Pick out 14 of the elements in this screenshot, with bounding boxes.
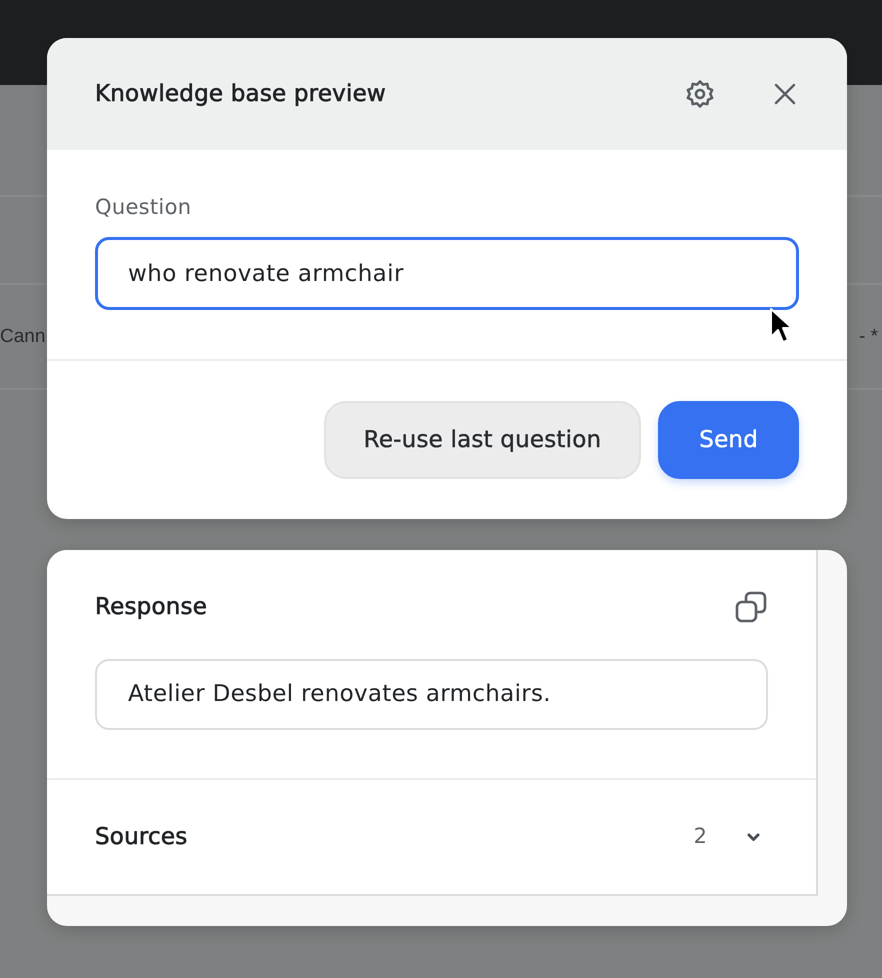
question-label: Question [95,195,192,220]
chevron-down-icon[interactable] [747,832,760,842]
send-button[interactable]: Send [658,401,799,480]
close-icon[interactable] [774,83,796,105]
background-text: Cann [0,327,46,346]
dialog-title: Knowledge base preview [95,80,387,109]
background-text: - * [859,327,879,346]
response-text-box: Atelier Desbel renovates armchairs. [95,658,768,730]
sources-row[interactable]: Sources 2 [47,780,816,894]
reuse-question-button[interactable]: Re-use last question [324,401,642,480]
question-input[interactable]: who renovate armchair [95,237,799,310]
sources-label: Sources [95,822,188,852]
response-title: Response [95,593,208,622]
sources-count: 2 [694,823,707,850]
